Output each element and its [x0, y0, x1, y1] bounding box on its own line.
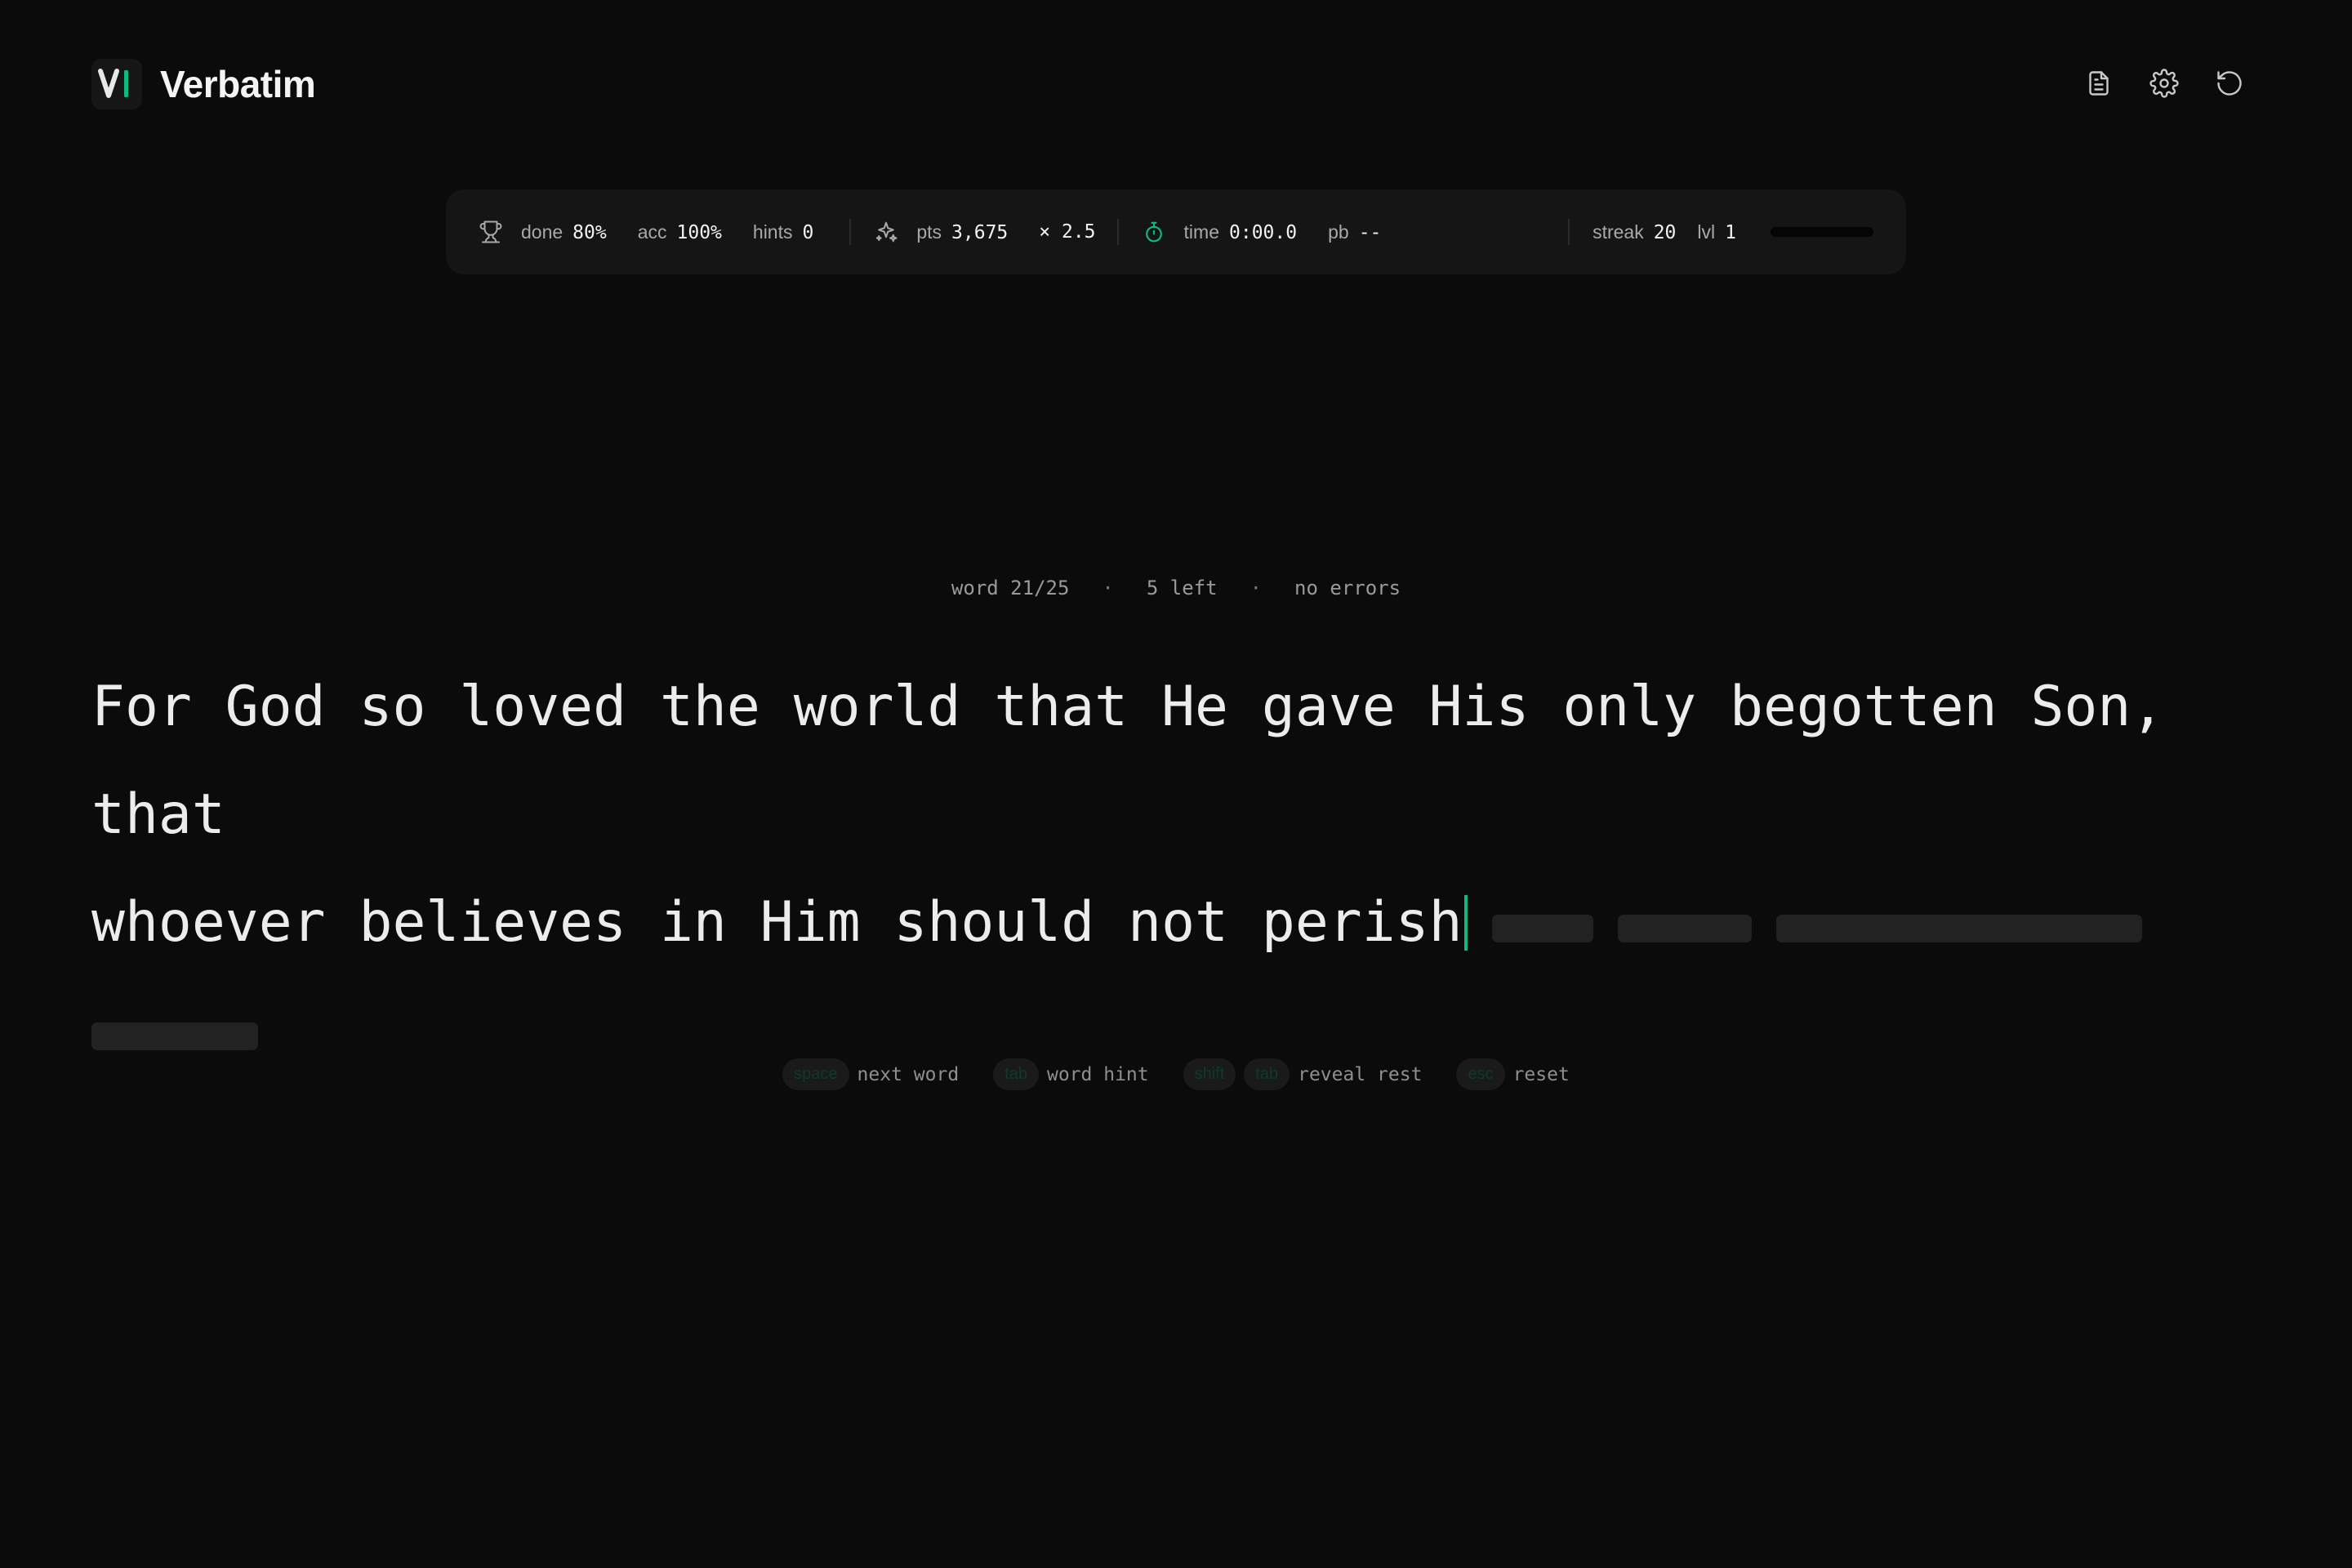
- stat-streak: streak 20: [1592, 221, 1676, 243]
- document-icon[interactable]: [2082, 65, 2115, 101]
- stat-multiplier: × 2.5: [1039, 221, 1095, 243]
- hidden-word-placeholder: [1491, 915, 1593, 942]
- key-shift[interactable]: shift: [1183, 1058, 1236, 1090]
- stat-pts-label: pts: [916, 220, 942, 243]
- passage-area[interactable]: For God so loved the world that He gave …: [91, 653, 2280, 1085]
- stat-pb-label: pb: [1328, 220, 1349, 243]
- stat-accuracy: acc 100%: [638, 221, 722, 243]
- word-counter: word 21/25: [951, 577, 1070, 599]
- stat-multiplier-value: × 2.5: [1039, 221, 1096, 243]
- hidden-word-placeholder: [91, 1022, 258, 1050]
- header-actions: [2082, 65, 2246, 101]
- stat-hints: hints 0: [753, 221, 813, 243]
- error-status: no errors: [1294, 577, 1401, 599]
- stat-hints-label: hints: [752, 220, 793, 243]
- stats-divider: [1116, 219, 1119, 245]
- words-left: 5 left: [1146, 577, 1218, 599]
- typed-text-line-1: For God so loved the world that He gave …: [91, 675, 2165, 847]
- stat-personal-best: pb --: [1328, 221, 1381, 243]
- stat-time-label: time: [1183, 220, 1219, 243]
- shortcut-label: reveal rest: [1298, 1063, 1423, 1085]
- stat-lvl-label: lvl: [1697, 220, 1716, 243]
- app-root: Verbatim done 80% acc 100% hints 0 pts 3…: [0, 0, 2352, 1568]
- app-title: Verbatim: [160, 63, 316, 105]
- keyboard-shortcuts: space next word tab word hint shift tab …: [0, 1058, 2352, 1090]
- stat-pts-value: 3,675: [951, 221, 1009, 243]
- gear-icon[interactable]: [2148, 65, 2180, 101]
- separator-dot: ·: [1250, 577, 1263, 599]
- key-tab[interactable]: tab: [1244, 1058, 1290, 1090]
- stats-divider: [1568, 219, 1570, 245]
- shortcut-label: reset: [1512, 1063, 1570, 1085]
- level-progress-bar: [1771, 227, 1873, 237]
- stat-points: pts 3,675: [916, 221, 1008, 243]
- timer-icon: [1142, 220, 1166, 244]
- stat-streak-value: 20: [1653, 221, 1677, 243]
- stat-streak-label: streak: [1592, 220, 1644, 243]
- stat-acc-label: acc: [637, 220, 667, 243]
- shortcut-reset: esc reset: [1456, 1058, 1570, 1090]
- key-space[interactable]: space: [782, 1058, 849, 1090]
- stat-lvl-value: 1: [1725, 221, 1736, 243]
- shortcut-label: word hint: [1046, 1063, 1149, 1085]
- sparkles-icon: [874, 220, 898, 244]
- stat-level: lvl 1: [1697, 221, 1736, 243]
- hidden-word-placeholder: [1617, 915, 1752, 942]
- stat-time-value: 0:00.0: [1229, 221, 1298, 243]
- shortcut-label: next word: [857, 1063, 960, 1085]
- stat-done: done 80%: [521, 221, 607, 243]
- logo-icon: [91, 59, 142, 109]
- stat-hints-value: 0: [802, 221, 814, 243]
- shortcut-word-hint: tab word hint: [993, 1058, 1149, 1090]
- brand[interactable]: Verbatim: [91, 59, 316, 109]
- stat-pb-value: --: [1358, 221, 1382, 243]
- hidden-word-placeholder: [1775, 915, 2142, 942]
- stat-time: time 0:00.0: [1184, 221, 1298, 243]
- shortcut-reveal-rest: shift tab reveal rest: [1183, 1058, 1423, 1090]
- stat-acc-value: 100%: [676, 221, 722, 243]
- typed-text-line-2: whoever believes in Him should not peris…: [91, 890, 1463, 955]
- stats-bar: done 80% acc 100% hints 0 pts 3,675 × 2.…: [446, 189, 1906, 274]
- separator-dot: ·: [1102, 577, 1114, 599]
- stats-divider: [849, 219, 852, 245]
- progress-summary: word 21/25 · 5 left · no errors: [0, 577, 2352, 599]
- text-caret: [1463, 895, 1468, 951]
- trophy-icon: [479, 220, 503, 244]
- key-esc[interactable]: esc: [1456, 1058, 1505, 1090]
- shortcut-next-word: space next word: [782, 1058, 959, 1090]
- key-tab[interactable]: tab: [993, 1058, 1039, 1090]
- stat-done-label: done: [521, 220, 564, 243]
- reset-icon[interactable]: [2213, 65, 2246, 101]
- stat-done-value: 80%: [572, 221, 607, 243]
